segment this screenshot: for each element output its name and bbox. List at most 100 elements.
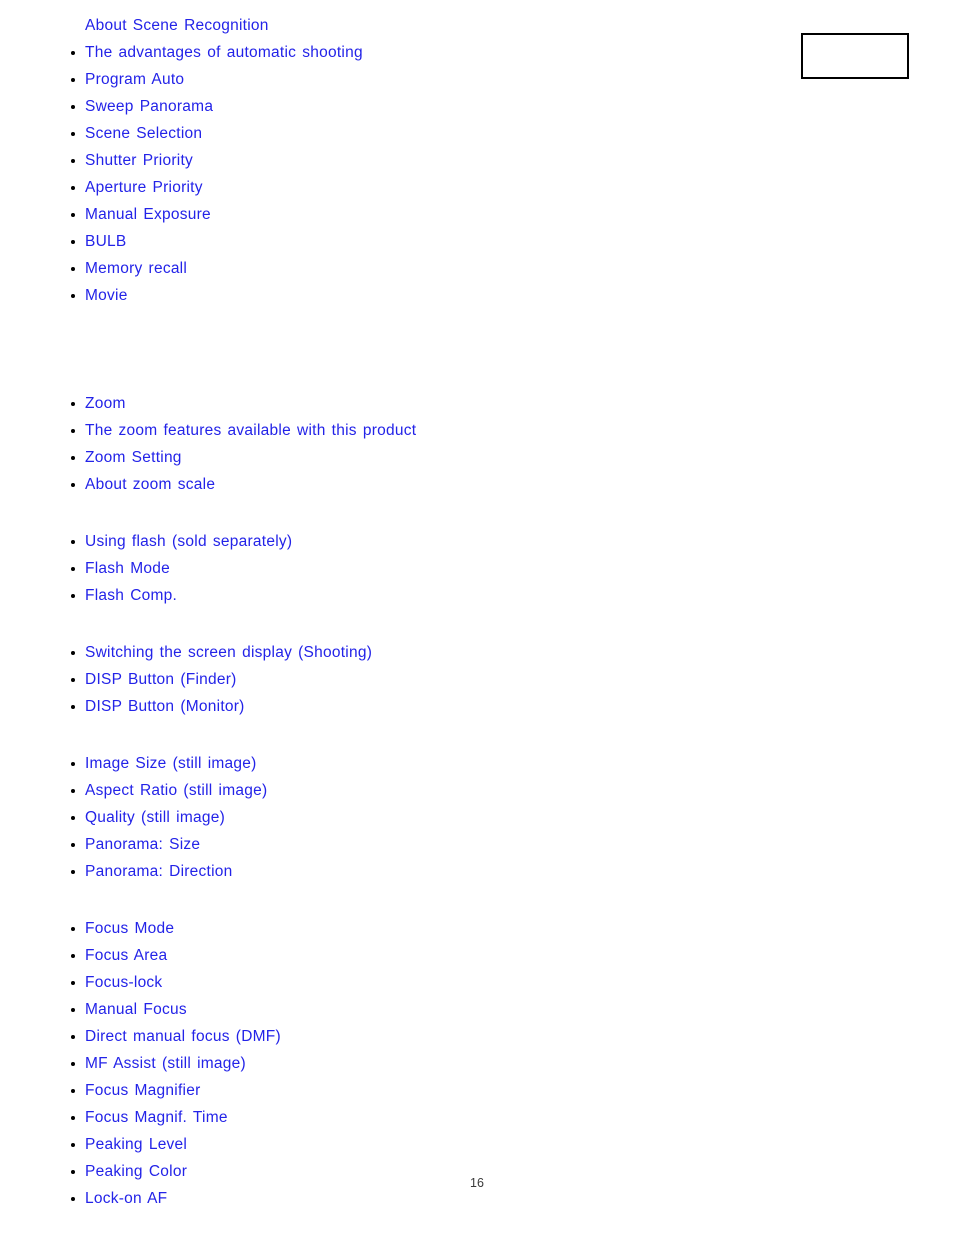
- toc-entry[interactable]: Focus Magnif. Time: [0, 1104, 281, 1131]
- toc-entry[interactable]: Focus Area: [0, 942, 281, 969]
- toc-entry[interactable]: Zoom Setting: [0, 444, 416, 471]
- toc-entry[interactable]: Scene Selection: [0, 120, 363, 147]
- toc-entry[interactable]: Focus Mode: [0, 915, 281, 942]
- toc-link[interactable]: Panorama: Direction: [85, 863, 233, 880]
- toc-entry[interactable]: Switching the screen display (Shooting): [0, 639, 372, 666]
- document-page: About Scene Recognition The advantages of…: [0, 0, 954, 1235]
- bullet-icon: [71, 293, 75, 298]
- toc-entry[interactable]: DISP Button (Finder): [0, 666, 372, 693]
- toc-entry[interactable]: Peaking Level: [0, 1131, 281, 1158]
- toc-link[interactable]: Direct manual focus (DMF): [85, 1028, 281, 1045]
- toc-link[interactable]: Peaking Level: [85, 1136, 187, 1153]
- toc-link[interactable]: About zoom scale: [85, 476, 215, 493]
- toc-entry[interactable]: Panorama: Direction: [0, 858, 267, 885]
- bullet-icon: [71, 815, 75, 820]
- toc-link[interactable]: Focus Magnifier: [85, 1082, 201, 1099]
- toc-entry[interactable]: Image Size (still image): [0, 750, 267, 777]
- toc-link[interactable]: Memory recall: [85, 260, 187, 277]
- toc-entry[interactable]: Flash Comp.: [0, 582, 292, 609]
- toc-entry[interactable]: Shutter Priority: [0, 147, 363, 174]
- toc-entry[interactable]: Flash Mode: [0, 555, 292, 582]
- bullet-icon: [71, 926, 75, 931]
- toc-entry[interactable]: MF Assist (still image): [0, 1050, 281, 1077]
- toc-entry[interactable]: Panorama: Size: [0, 831, 267, 858]
- toc-entry[interactable]: The zoom features available with this pr…: [0, 417, 416, 444]
- toc-link[interactable]: Switching the screen display (Shooting): [85, 644, 372, 661]
- bullet-icon: [71, 212, 75, 217]
- toc-entry[interactable]: Focus-lock: [0, 969, 281, 996]
- bullet-icon: [71, 1196, 75, 1201]
- toc-entry[interactable]: Manual Focus: [0, 996, 281, 1023]
- toc-link[interactable]: Focus Area: [85, 947, 167, 964]
- toc-entry[interactable]: Movie: [0, 282, 363, 309]
- toc-entry[interactable]: DISP Button (Monitor): [0, 693, 372, 720]
- toc-link[interactable]: Focus Magnif. Time: [85, 1109, 228, 1126]
- toc-group-shooting-modes: About Scene Recognition The advantages of…: [0, 12, 363, 309]
- toc-entry[interactable]: The advantages of automatic shooting: [0, 39, 363, 66]
- bullet-icon: [71, 428, 75, 433]
- bullet-icon: [71, 77, 75, 82]
- toc-link[interactable]: The advantages of automatic shooting: [85, 44, 363, 61]
- toc-entry[interactable]: Aperture Priority: [0, 174, 363, 201]
- toc-link[interactable]: Aspect Ratio (still image): [85, 782, 267, 799]
- toc-group-screen-display: Switching the screen display (Shooting) D…: [0, 639, 372, 720]
- toc-link[interactable]: BULB: [85, 233, 127, 250]
- bullet-icon: [71, 239, 75, 244]
- toc-link[interactable]: Lock-on AF: [85, 1190, 167, 1207]
- toc-link[interactable]: Flash Mode: [85, 560, 170, 577]
- bullet-icon: [71, 266, 75, 271]
- toc-link[interactable]: Focus-lock: [85, 974, 162, 991]
- bullet-icon: [71, 158, 75, 163]
- toc-link[interactable]: Sweep Panorama: [85, 98, 213, 115]
- toc-entry[interactable]: About Scene Recognition: [0, 12, 363, 39]
- toc-link[interactable]: Zoom Setting: [85, 449, 182, 466]
- toc-link[interactable]: Scene Selection: [85, 125, 202, 142]
- toc-link[interactable]: DISP Button (Monitor): [85, 698, 245, 715]
- bullet-icon: [71, 1142, 75, 1147]
- toc-link[interactable]: Manual Exposure: [85, 206, 211, 223]
- toc-entry[interactable]: Manual Exposure: [0, 201, 363, 228]
- toc-entry[interactable]: Aspect Ratio (still image): [0, 777, 267, 804]
- toc-entry[interactable]: Direct manual focus (DMF): [0, 1023, 281, 1050]
- bullet-icon: [71, 455, 75, 460]
- bullet-icon: [71, 539, 75, 544]
- toc-entry[interactable]: Memory recall: [0, 255, 363, 282]
- toc-link[interactable]: Shutter Priority: [85, 152, 193, 169]
- bullet-icon: [71, 566, 75, 571]
- page-number: 16: [470, 1176, 484, 1190]
- toc-group-image-size: Image Size (still image) Aspect Ratio (st…: [0, 750, 267, 885]
- toc-link[interactable]: MF Assist (still image): [85, 1055, 246, 1072]
- bullet-icon: [71, 1034, 75, 1039]
- toc-entry[interactable]: Program Auto: [0, 66, 363, 93]
- toc-link[interactable]: Aperture Priority: [85, 179, 203, 196]
- toc-link[interactable]: Focus Mode: [85, 920, 174, 937]
- toc-entry[interactable]: Quality (still image): [0, 804, 267, 831]
- toc-group-zoom: Zoom The zoom features available with thi…: [0, 390, 416, 498]
- bullet-icon: [71, 1169, 75, 1174]
- toc-link[interactable]: Manual Focus: [85, 1001, 187, 1018]
- toc-group-focus: Focus Mode Focus Area Focus-lock Manual Foc…: [0, 915, 281, 1212]
- bullet-icon: [71, 1115, 75, 1120]
- toc-link[interactable]: Image Size (still image): [85, 755, 257, 772]
- toc-link[interactable]: Flash Comp.: [85, 587, 177, 604]
- bullet-icon: [71, 482, 75, 487]
- toc-entry[interactable]: Zoom: [0, 390, 416, 417]
- toc-link[interactable]: Zoom: [85, 395, 126, 412]
- toc-entry[interactable]: Focus Magnifier: [0, 1077, 281, 1104]
- bullet-icon: [71, 104, 75, 109]
- toc-entry[interactable]: About zoom scale: [0, 471, 416, 498]
- toc-link[interactable]: Panorama: Size: [85, 836, 200, 853]
- toc-link[interactable]: The zoom features available with this pr…: [85, 422, 416, 439]
- bullet-icon: [71, 677, 75, 682]
- toc-link[interactable]: Movie: [85, 287, 128, 304]
- toc-link[interactable]: DISP Button (Finder): [85, 671, 237, 688]
- toc-entry[interactable]: BULB: [0, 228, 363, 255]
- bullet-icon: [71, 1061, 75, 1066]
- toc-entry[interactable]: Using flash (sold separately): [0, 528, 292, 555]
- toc-link[interactable]: Program Auto: [85, 71, 184, 88]
- toc-entry[interactable]: Sweep Panorama: [0, 93, 363, 120]
- toc-link[interactable]: About Scene Recognition: [85, 17, 269, 34]
- toc-link[interactable]: Quality (still image): [85, 809, 225, 826]
- bullet-icon: [71, 788, 75, 793]
- toc-link[interactable]: Using flash (sold separately): [85, 533, 292, 550]
